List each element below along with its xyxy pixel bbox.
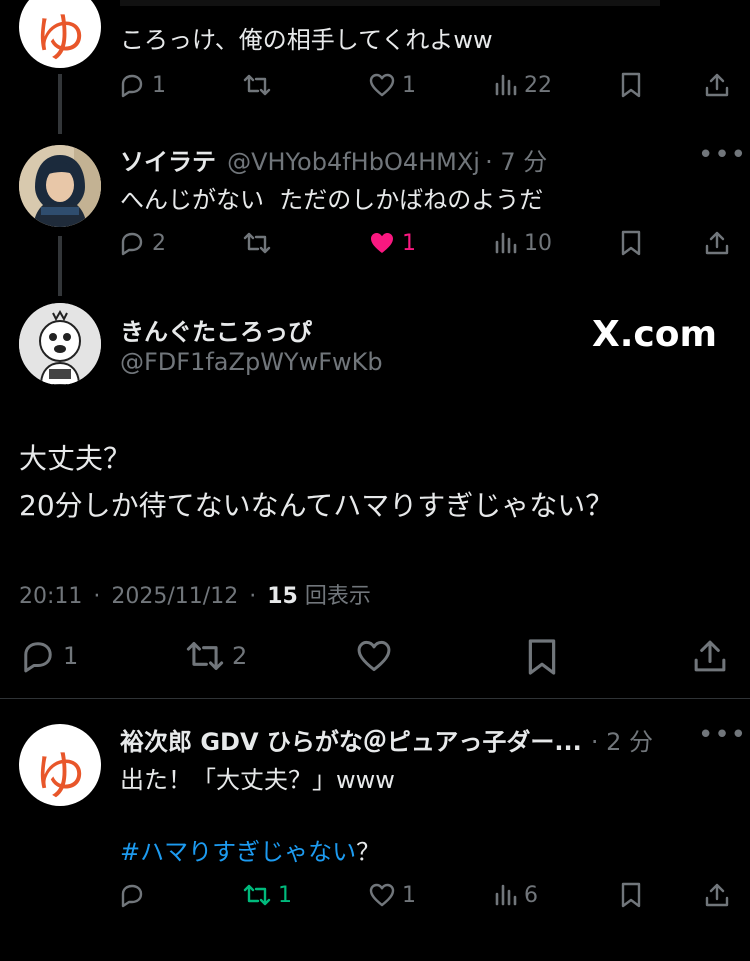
thread-line [58,236,62,296]
like-count: 1 [402,230,416,256]
hashtag-suffix: ？ [356,838,381,866]
like-button[interactable]: 1 [368,230,416,256]
heart-icon [357,640,391,672]
repost-icon [243,232,271,254]
x-logo-watermark: X.com [592,314,718,355]
thread-line [58,74,62,134]
avatar[interactable]: ゆ [19,0,101,68]
avatar[interactable] [19,145,101,227]
views-button[interactable]: 6 [494,882,538,908]
bookmark-button[interactable] [526,638,558,680]
like-button[interactable]: 1 [368,882,416,908]
heart-filled-icon [371,233,393,253]
tweet-hashtag-line: #ハマりすぎじゃない？ [120,832,380,867]
meta-separator: · [93,584,101,609]
reply-button[interactable]: 1 [19,638,78,674]
like-count: 1 [402,882,416,908]
tweet-body: へんじがない ただのしかばねのようだ [120,186,544,214]
share-icon [705,73,729,97]
partial-top-strip [120,0,660,6]
repost-count: 1 [278,882,292,908]
meta-separator: · [249,584,257,609]
tweet-header: ソイラテ @VHYob4fHbO4HMXj · 7 分 [120,142,547,177]
repost-button[interactable] [242,72,278,98]
timestamp[interactable]: · 7 分 [485,148,547,176]
bookmark-icon [621,882,641,908]
views-count: 10 [524,230,552,256]
person-avatar-image [19,145,101,227]
share-button[interactable] [704,882,730,912]
heart-icon [369,883,395,907]
reply-icon [121,884,143,908]
views-icon [495,232,517,254]
bookmark-button[interactable] [620,72,642,102]
reply-icon [121,232,143,256]
bookmark-icon [621,230,641,256]
view-label[interactable]: 回表示 [305,584,371,609]
views-icon [495,884,517,906]
user-handle[interactable]: @VHYob4fHbO4HMXj [227,148,480,176]
like-count: 1 [402,72,416,98]
tweet-body-line-1: 大丈夫？ [19,442,132,475]
reply-icon [24,642,52,673]
tweet-header: 裕次郎 GDV ひらがな＠ピュアっ子ダー... · 2 分 [120,722,653,757]
share-icon [694,640,726,672]
share-icon [705,231,729,255]
views-icon [495,74,517,96]
cartoon-character-avatar-image [19,303,101,385]
repost-icon [243,74,271,96]
bookmark-button[interactable] [620,882,642,912]
display-name[interactable]: ソイラテ [120,148,216,176]
like-button[interactable]: 1 [368,72,416,98]
share-icon [705,883,729,907]
repost-icon [186,642,224,670]
reply-button[interactable]: 2 [118,230,166,256]
reply-button[interactable] [118,882,152,908]
repost-button[interactable]: 2 [184,638,247,674]
reply-count: 1 [152,72,166,98]
bookmark-icon [621,72,641,98]
views-count: 6 [524,882,538,908]
reply-count: 2 [152,230,166,256]
tweet-body: ころっけ、俺の相手してくれよww [120,26,493,54]
views-button[interactable]: 22 [494,72,552,98]
repost-icon [243,884,271,906]
avatar[interactable] [19,303,101,385]
avatar-glyph: ゆ [33,9,86,68]
tweet-meta: 20:11 · 2025/11/12 · 15 回表示 [19,578,371,610]
view-count[interactable]: 15 [267,584,298,609]
timestamp[interactable]: · 2 分 [591,728,653,756]
repost-count: 2 [232,642,248,670]
heart-icon [369,73,395,97]
post-time[interactable]: 20:11 [19,584,82,609]
tweet-body: 出た！「大丈夫？」www [120,766,395,794]
divider [0,698,750,699]
bookmark-button[interactable] [620,230,642,260]
user-handle[interactable]: @FDF1faZpWYwFwKb [120,348,383,376]
share-button[interactable] [704,230,730,260]
display-name[interactable]: きんぐたころっぴ [120,312,312,347]
tweet-body-line-2: 20分しか待てないなんてハマりすぎじゃない？ [19,489,614,522]
more-options-icon[interactable]: ••• [698,140,747,170]
post-date[interactable]: 2025/11/12 [111,584,238,609]
views-count: 22 [524,72,552,98]
reply-button[interactable]: 1 [118,72,166,98]
views-button[interactable]: 10 [494,230,552,256]
avatar-glyph: ゆ [33,747,86,806]
share-button[interactable] [704,72,730,102]
more-options-icon[interactable]: ••• [698,720,747,750]
hashtag-link[interactable]: #ハマりすぎじゃない [120,838,356,866]
repost-button[interactable]: 1 [242,882,292,908]
display-name[interactable]: 裕次郎 GDV ひらがな＠ピュアっ子ダー... [120,728,582,756]
reply-count: 1 [63,642,79,670]
share-button[interactable] [692,637,728,679]
repost-button[interactable] [242,230,278,256]
like-button[interactable] [355,638,393,678]
avatar[interactable]: ゆ [19,724,101,806]
bookmark-icon [528,639,556,675]
reply-icon [121,74,143,98]
